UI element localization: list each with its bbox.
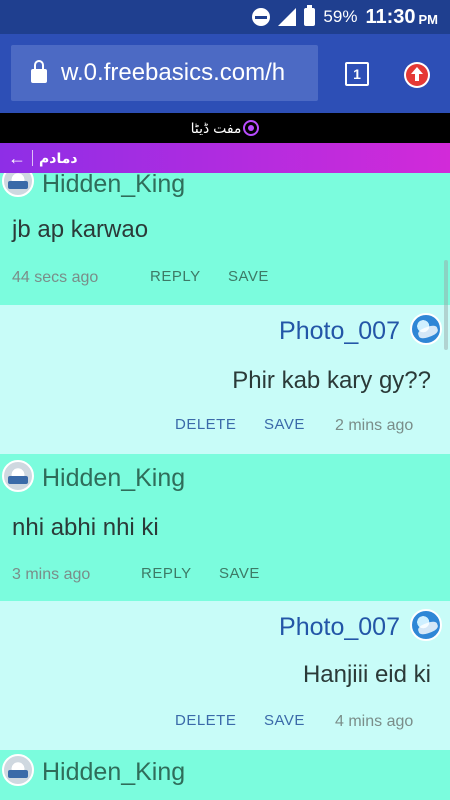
free-basics-logo-icon bbox=[243, 120, 260, 136]
browser-toolbar: w.0.freebasics.com/h 1 bbox=[0, 34, 450, 113]
username[interactable]: Hidden_King bbox=[42, 173, 185, 199]
avatar[interactable] bbox=[410, 609, 442, 641]
tab-switcher-button[interactable]: 1 bbox=[345, 62, 369, 86]
message-card: Photo_007 Phir kab kary gy?? DELETE SAVE… bbox=[0, 305, 450, 454]
message-time: 3 mins ago bbox=[12, 566, 91, 583]
update-arrow-icon bbox=[406, 64, 428, 86]
avatar[interactable] bbox=[2, 754, 34, 786]
save-button[interactable]: SAVE bbox=[228, 268, 269, 285]
battery-icon bbox=[304, 5, 316, 26]
save-button[interactable]: SAVE bbox=[264, 712, 305, 729]
status-bar: 59% 11:30 PM bbox=[0, 0, 450, 34]
message-time: 2 mins ago bbox=[335, 417, 414, 434]
message-text: Hanjiii eid ki bbox=[302, 661, 431, 688]
message-time: 44 secs ago bbox=[12, 269, 99, 286]
message-card: Photo_007 Hanjiii eid ki DELETE SAVE 4 m… bbox=[0, 601, 450, 750]
reply-button[interactable]: REPLY bbox=[150, 268, 201, 285]
avatar[interactable] bbox=[2, 460, 34, 492]
back-arrow-icon[interactable]: ← bbox=[8, 148, 28, 169]
lock-icon bbox=[31, 60, 47, 83]
username[interactable]: Hidden_King bbox=[42, 758, 185, 787]
free-basics-bar: مفت ڈیٹا bbox=[0, 113, 450, 143]
save-button[interactable]: SAVE bbox=[264, 416, 305, 433]
message-text: jb ap karwao bbox=[12, 216, 149, 243]
clock-time: 11:30 bbox=[365, 5, 416, 28]
signal-icon bbox=[278, 8, 297, 26]
message-card: Hidden_King jb ap karwao 44 secs ago REP… bbox=[0, 173, 450, 305]
scrollbar[interactable] bbox=[444, 260, 448, 350]
message-feed: Hidden_King jb ap karwao 44 secs ago REP… bbox=[0, 173, 450, 800]
delete-button[interactable]: DELETE bbox=[175, 416, 236, 433]
do-not-disturb-icon bbox=[252, 8, 271, 26]
username[interactable]: Photo_007 bbox=[279, 613, 400, 642]
clock-ampm: PM bbox=[418, 12, 439, 27]
page-title: دمادم bbox=[39, 149, 78, 166]
page-header: ← دمادم bbox=[0, 143, 450, 173]
message-time: 4 mins ago bbox=[335, 713, 414, 730]
message-card: Hidden_King nhi abhi nhi ki 3 mins ago R… bbox=[0, 454, 450, 601]
delete-button[interactable]: DELETE bbox=[175, 712, 236, 729]
message-card: Hidden_King bbox=[0, 750, 450, 800]
url-bar[interactable]: w.0.freebasics.com/h bbox=[11, 45, 318, 101]
reply-button[interactable]: REPLY bbox=[141, 565, 192, 582]
save-button[interactable]: SAVE bbox=[219, 565, 260, 582]
avatar[interactable] bbox=[410, 313, 442, 345]
message-text: nhi abhi nhi ki bbox=[12, 514, 159, 541]
update-button[interactable] bbox=[404, 62, 430, 88]
battery-percent: 59% bbox=[323, 7, 358, 26]
avatar[interactable] bbox=[2, 173, 34, 197]
username[interactable]: Photo_007 bbox=[279, 317, 400, 346]
message-text: Phir kab kary gy?? bbox=[232, 367, 431, 394]
username[interactable]: Hidden_King bbox=[42, 464, 185, 493]
free-basics-label: مفت ڈیٹا bbox=[190, 119, 242, 136]
header-divider bbox=[32, 150, 33, 166]
url-text[interactable]: w.0.freebasics.com/h bbox=[61, 59, 285, 87]
